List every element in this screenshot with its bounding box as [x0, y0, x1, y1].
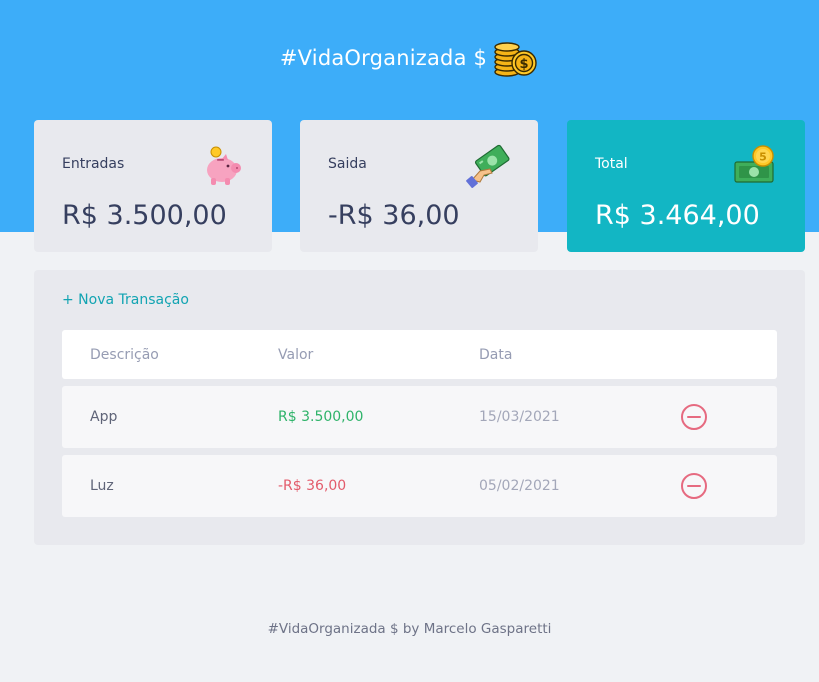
transaction-date: 05/02/2021: [479, 478, 560, 494]
cash-coin-icon: 5: [733, 144, 777, 188]
transaction-date: 15/03/2021: [479, 409, 560, 425]
total-card: Total 5 R$ 3.464,00: [567, 120, 805, 252]
income-label: Entradas: [62, 156, 125, 172]
table-row: App R$ 3.500,00 15/03/2021: [62, 386, 777, 448]
column-header-date: Data: [479, 346, 513, 363]
column-header-amount: Valor: [278, 346, 314, 363]
money-hand-icon: [466, 144, 510, 188]
transaction-amount: -R$ 36,00: [278, 478, 347, 494]
app-title: #VidaOrganizada $: [279, 46, 488, 70]
piggy-bank-icon: [200, 144, 244, 188]
income-value: R$ 3.500,00: [62, 200, 227, 231]
remove-transaction-icon[interactable]: [681, 473, 707, 499]
new-transaction-link[interactable]: + Nova Transação: [62, 292, 189, 308]
transaction-amount: R$ 3.500,00: [278, 409, 364, 425]
transaction-description: Luz: [90, 478, 114, 494]
svg-text:5: 5: [759, 151, 767, 164]
table-row: Luz -R$ 36,00 05/02/2021: [62, 455, 777, 517]
coins-icon: $: [491, 36, 539, 80]
income-card: Entradas R$ 3.500,00: [34, 120, 272, 252]
transactions-panel: + Nova Transação Descrição Valor Data Ap…: [34, 270, 805, 545]
total-label: Total: [595, 156, 628, 172]
expense-card: Saida -R$ 36,00: [300, 120, 538, 252]
table-header: Descrição Valor Data: [62, 330, 777, 379]
column-header-description: Descrição: [90, 346, 159, 363]
expense-value: -R$ 36,00: [328, 200, 460, 231]
footer-text: #VidaOrganizada $ by Marcelo Gasparetti: [267, 621, 552, 637]
total-value: R$ 3.464,00: [595, 200, 760, 231]
transaction-description: App: [90, 409, 118, 425]
expense-label: Saida: [328, 156, 367, 172]
app-logo: #VidaOrganizada $ $: [0, 36, 819, 80]
remove-transaction-icon[interactable]: [681, 404, 707, 430]
svg-text:$: $: [520, 57, 529, 72]
